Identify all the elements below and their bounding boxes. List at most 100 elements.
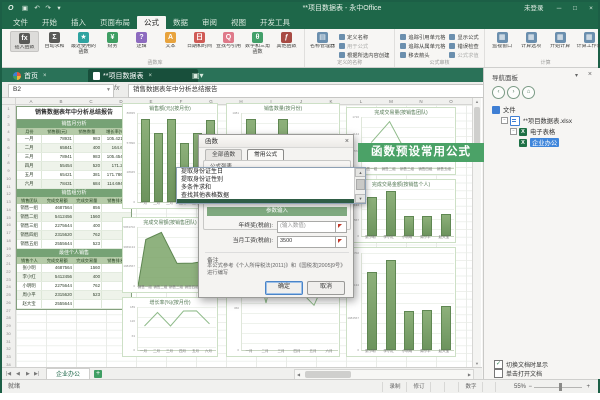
ribbon-button-define-name[interactable]: 定义名称: [339, 32, 389, 41]
redo-icon[interactable]: ↷: [43, 4, 53, 14]
column-header-L[interactable]: L: [346, 98, 376, 105]
list-scroll-down-icon[interactable]: ▼: [355, 194, 366, 203]
select-all-corner[interactable]: [2, 98, 16, 105]
ribbon-button-calc-sheet[interactable]: ▦计算工作表: [576, 31, 600, 50]
row-header-4[interactable]: 4: [2, 128, 15, 136]
nav-home-icon[interactable]: ⌂: [522, 86, 535, 99]
ribbon-button-more-functions[interactable]: ƒ其他函数: [273, 31, 300, 50]
table-row[interactable]: 张小明46875641560: [17, 264, 131, 273]
row-header-11[interactable]: 11: [2, 183, 15, 191]
ribbon-button-insert-function[interactable]: fx插入函数: [10, 31, 39, 52]
row-headers[interactable]: 1234567891011121314151617181920212223242…: [2, 105, 16, 367]
table-row[interactable]: 四月55454520171.2937: [17, 162, 131, 171]
list-scroll-thumb[interactable]: [356, 179, 365, 190]
row-header-20[interactable]: 20: [2, 252, 15, 260]
row-header-16[interactable]: 16: [2, 221, 15, 229]
ribbon-button-name-manager[interactable]: ▤名称管理器: [309, 31, 336, 50]
ribbon-button-autosum[interactable]: Σ自动求和: [41, 31, 68, 50]
row-header-13[interactable]: 13: [2, 198, 15, 206]
cancel-button[interactable]: 取消: [307, 281, 345, 295]
undo-icon[interactable]: ↶: [32, 4, 42, 14]
table-row[interactable]: 周小平2315620523: [17, 291, 131, 300]
tree-node-3[interactable]: X企业办公: [519, 137, 559, 148]
ribbon-button-watch-window[interactable]: ▦监视窗口: [489, 31, 516, 50]
minimize-button[interactable]: ─: [554, 4, 564, 14]
row-header-9[interactable]: 9: [2, 167, 15, 175]
menu-tab-7[interactable]: 视图: [224, 16, 253, 29]
vertical-scrollbar[interactable]: ▲ ▼: [472, 98, 481, 367]
chart-amount-by-person-2[interactable]: 5953702396913419845670张小明李小红小明明周小平赵大宝: [346, 247, 456, 357]
hscroll-right-icon[interactable]: ▶: [468, 370, 471, 379]
row-header-24[interactable]: 24: [2, 283, 15, 291]
chart-deals-by-team[interactable]: 完成交易量(按销售团队)171611445720销售一组销售二组销售三组销售四组…: [346, 107, 456, 175]
list-scroll-up-icon[interactable]: ▲: [355, 168, 366, 177]
ribbon-button-text[interactable]: A文本: [157, 31, 184, 50]
ribbon-button-logical[interactable]: ?逻辑: [128, 31, 155, 50]
horizontal-scroll-thumb[interactable]: [305, 371, 351, 378]
row-header-10[interactable]: 10: [2, 175, 15, 183]
menu-tab-0[interactable]: 文件: [6, 16, 35, 29]
ribbon-button-create-from-selection[interactable]: 根据所选内容创建: [339, 50, 389, 59]
name-box-dropdown-icon[interactable]: ▼: [106, 85, 111, 95]
close-button[interactable]: ×: [586, 4, 596, 14]
range-picker-icon[interactable]: [335, 236, 347, 248]
row-header-2[interactable]: 2: [2, 113, 15, 121]
formula-list-item-2[interactable]: 多条件求和: [177, 184, 360, 192]
nav-panel-close-icon[interactable]: ×: [588, 71, 592, 78]
zoom-in-icon[interactable]: +: [586, 380, 590, 394]
column-header-A[interactable]: A: [16, 98, 46, 105]
row-header-1[interactable]: 1: [2, 105, 15, 113]
menu-tab-4[interactable]: 公式: [137, 16, 166, 29]
row-header-30[interactable]: 30: [2, 330, 15, 338]
row-header-25[interactable]: 25: [2, 291, 15, 299]
status-segment-数字[interactable]: 数字: [458, 382, 483, 392]
ribbon-button-recent-functions[interactable]: ★最近使用的函数: [70, 31, 97, 55]
ribbon-button-evaluate-formula[interactable]: 公式求值: [449, 50, 478, 59]
tree-expand-icon[interactable]: −: [501, 117, 508, 124]
table-row[interactable]: 五月65421381171.786614: [17, 171, 131, 180]
ribbon-button-financial[interactable]: ¥财务: [99, 31, 126, 50]
table-row[interactable]: 销售五组2555644523: [17, 240, 131, 249]
ribbon-button-error-checking[interactable]: 错误检查: [449, 41, 478, 50]
app-logo[interactable]: O: [8, 2, 13, 16]
ribbon-button-math-trig[interactable]: θ数学和三角函数: [244, 31, 271, 55]
zoom-out-icon[interactable]: −: [528, 380, 532, 394]
row-header-26[interactable]: 26: [2, 299, 15, 307]
ribbon-button-calc-now[interactable]: ▦开始计算: [547, 31, 574, 50]
formula-input[interactable]: 销售数据表年中分析总结报告: [128, 84, 484, 98]
table-row[interactable]: 销售四组2315620762: [17, 231, 131, 240]
tree-expand-icon[interactable]: −: [510, 128, 517, 135]
row-header-28[interactable]: 28: [2, 314, 15, 322]
row-header-3[interactable]: 3: [2, 121, 15, 129]
status-segment-录制[interactable]: 录制: [382, 382, 407, 392]
tree-node-2[interactable]: −X电子表格: [510, 126, 555, 137]
ribbon-button-show-formulas[interactable]: 显示公式: [449, 32, 478, 41]
formula-list-partial-row[interactable]: [177, 199, 356, 203]
tree-node-0[interactable]: 文件: [492, 104, 516, 115]
menu-tab-3[interactable]: 页面布局: [93, 16, 137, 29]
ribbon-button-trace-dependents[interactable]: 追踪从属单元格: [400, 41, 445, 50]
quickbar-dropdown-icon[interactable]: ▾: [54, 4, 64, 14]
vertical-scroll-thumb[interactable]: [474, 107, 480, 147]
menu-tab-5[interactable]: 数据: [166, 16, 195, 29]
table-row[interactable]: 三月78941983105.454027: [17, 153, 131, 162]
row-header-31[interactable]: 31: [2, 338, 15, 346]
report-table[interactable]: 销售数据表年中分析总结报告 销售月分析月份销售额(元)销售数量增长率(%)一月7…: [16, 106, 132, 310]
table-row[interactable]: 赵大宝2555644: [17, 300, 131, 309]
tab-active-document[interactable]: **项目数据表 ×: [88, 69, 198, 82]
scroll-up-icon[interactable]: ▲: [473, 99, 481, 104]
active-tab-close-icon[interactable]: ×: [148, 73, 152, 79]
checkbox-checked-icon[interactable]: ✓: [494, 360, 503, 369]
row-header-5[interactable]: 5: [2, 136, 15, 144]
checkbox-unchecked-icon[interactable]: [494, 369, 503, 378]
zoom-slider[interactable]: [534, 387, 582, 388]
menu-tab-2[interactable]: 插入: [64, 16, 93, 29]
dialog-close-icon[interactable]: ×: [345, 135, 349, 148]
row-header-32[interactable]: 32: [2, 345, 15, 353]
ribbon-button-calc-options[interactable]: ▦计算选项: [518, 31, 545, 50]
row-header-14[interactable]: 14: [2, 206, 15, 214]
menu-tab-8[interactable]: 开发工具: [253, 16, 297, 29]
table-row[interactable]: 六月78431684114.694444: [17, 180, 131, 189]
range-picker-icon[interactable]: [335, 221, 347, 233]
hscroll-left-icon[interactable]: ◀: [297, 370, 300, 379]
